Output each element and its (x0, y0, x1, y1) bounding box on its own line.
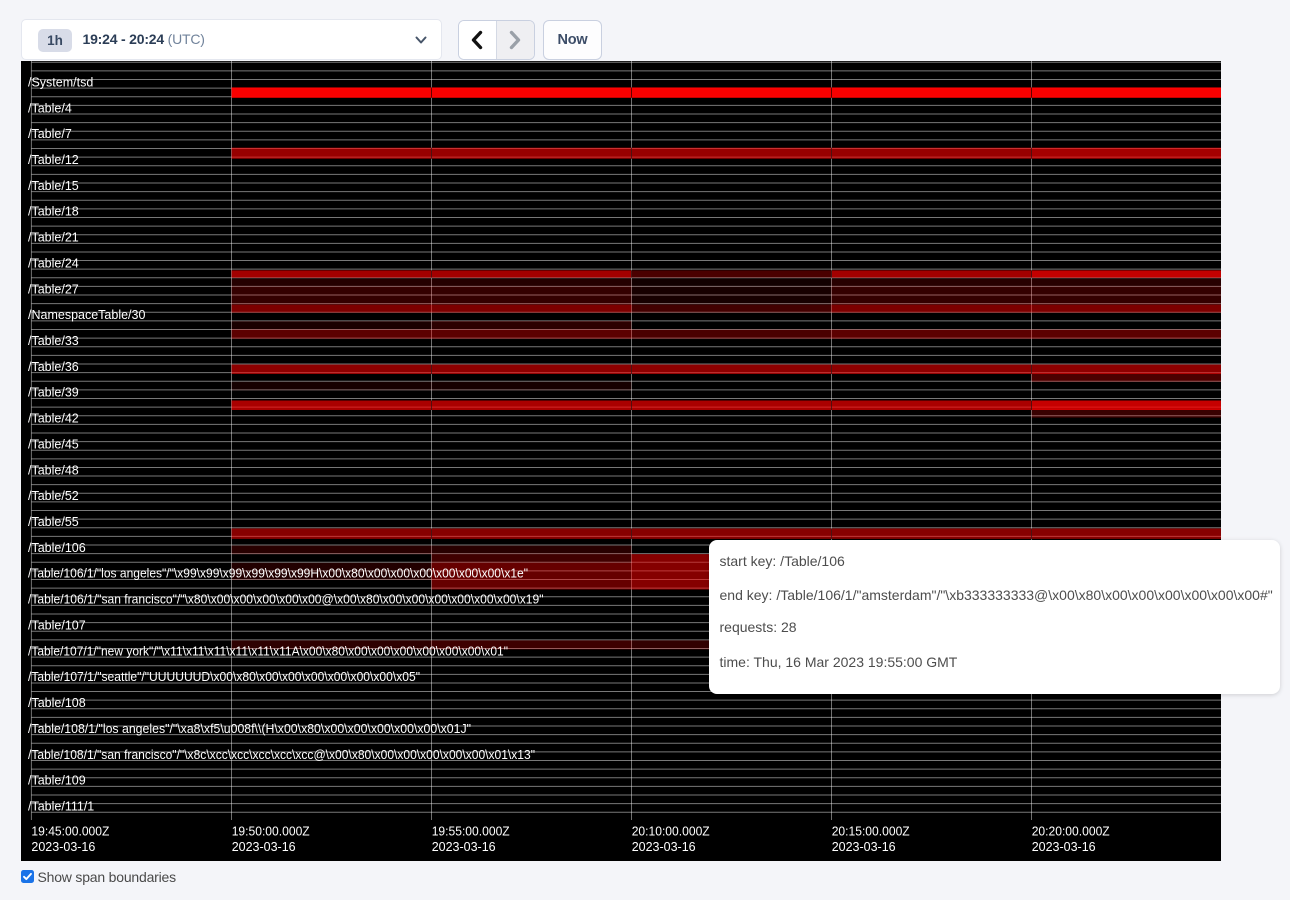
svg-text:/Table/108: /Table/108 (28, 696, 86, 710)
svg-text:/Table/107/1/"seattle"/"UUUUUU: /Table/107/1/"seattle"/"UUUUUUD\x00\x80\… (28, 670, 420, 684)
svg-text:/Table/7: /Table/7 (28, 127, 72, 141)
svg-text:/Table/15: /Table/15 (28, 179, 79, 193)
svg-text:/Table/52: /Table/52 (28, 489, 79, 503)
svg-text:/Table/27: /Table/27 (28, 282, 79, 296)
svg-text:/Table/106/1/"san francisco"/": /Table/106/1/"san francisco"/"\x80\x00\x… (28, 593, 544, 607)
svg-text:/System/tsd: /System/tsd (28, 75, 93, 89)
svg-text:19:55:00.000Z: 19:55:00.000Z (432, 825, 510, 839)
svg-text:20:10:00.000Z: 20:10:00.000Z (632, 825, 710, 839)
svg-text:/Table/108/1/"san francisco"/": /Table/108/1/"san francisco"/"\x8c\xcc\x… (28, 748, 535, 762)
svg-text:/Table/45: /Table/45 (28, 437, 79, 451)
svg-text:/Table/39: /Table/39 (28, 386, 79, 400)
svg-text:/Table/109: /Table/109 (28, 774, 86, 788)
svg-text:19:45:00.000Z: 19:45:00.000Z (31, 825, 109, 839)
svg-text:20:20:00.000Z: 20:20:00.000Z (1032, 825, 1110, 839)
svg-text:/Table/107/1/"new york"/"\x11\: /Table/107/1/"new york"/"\x11\x11\x11\x1… (28, 644, 508, 658)
svg-text:2023-03-16: 2023-03-16 (432, 840, 496, 854)
svg-text:/Table/106: /Table/106 (28, 541, 86, 555)
svg-text:20:15:00.000Z: 20:15:00.000Z (832, 825, 910, 839)
svg-text:/Table/12: /Table/12 (28, 153, 79, 167)
svg-text:/Table/18: /Table/18 (28, 205, 79, 219)
svg-text:2023-03-16: 2023-03-16 (1032, 840, 1096, 854)
svg-text:/Table/21: /Table/21 (28, 231, 79, 245)
svg-text:/Table/24: /Table/24 (28, 256, 79, 270)
svg-text:/Table/36: /Table/36 (28, 360, 79, 374)
svg-text:2023-03-16: 2023-03-16 (31, 840, 95, 854)
svg-text:/Table/108/1/"los angeles"/"\x: /Table/108/1/"los angeles"/"\xa8\xf5\u00… (28, 722, 471, 736)
svg-text:/Table/107: /Table/107 (28, 618, 86, 632)
svg-text:2023-03-16: 2023-03-16 (632, 840, 696, 854)
svg-text:19:50:00.000Z: 19:50:00.000Z (232, 825, 310, 839)
svg-text:/Table/48: /Table/48 (28, 463, 79, 477)
svg-text:/Table/106/1/"los angeles"/"\x: /Table/106/1/"los angeles"/"\x99\x99\x99… (28, 567, 528, 581)
svg-text:2023-03-16: 2023-03-16 (832, 840, 896, 854)
svg-text:/Table/33: /Table/33 (28, 334, 79, 348)
svg-text:/Table/42: /Table/42 (28, 412, 79, 426)
svg-text:2023-03-16: 2023-03-16 (232, 840, 296, 854)
svg-text:/Table/55: /Table/55 (28, 515, 79, 529)
svg-text:/NamespaceTable/30: /NamespaceTable/30 (28, 308, 145, 322)
svg-text:/Table/111/1: /Table/111/1 (28, 799, 94, 813)
svg-text:/Table/4: /Table/4 (28, 101, 72, 115)
